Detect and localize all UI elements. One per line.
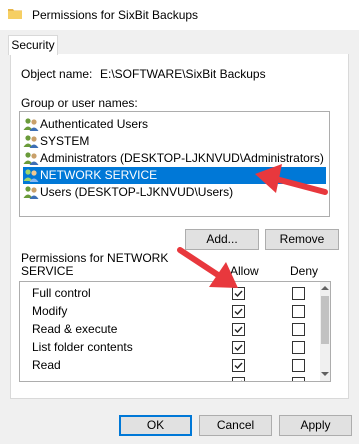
object-name-label: Object name: bbox=[21, 67, 93, 81]
window-title: Permissions for SixBit Backups bbox=[32, 8, 199, 22]
permissions-label-line2: SERVICE bbox=[21, 264, 74, 278]
scroll-thumb[interactable] bbox=[321, 296, 329, 344]
deny-checkbox-list-folder[interactable] bbox=[292, 341, 305, 354]
permission-name: Read bbox=[32, 358, 61, 372]
permissions-label-line1: Permissions for NETWORK bbox=[21, 251, 169, 265]
deny-checkbox-modify[interactable] bbox=[292, 305, 305, 318]
remove-button[interactable]: Remove bbox=[265, 229, 339, 250]
list-item-label: Administrators (DESKTOP-LJKNVUD\Administ… bbox=[40, 151, 324, 165]
list-item-label: Users (DESKTOP-LJKNVUD\Users) bbox=[40, 185, 234, 199]
users-icon bbox=[23, 135, 39, 148]
users-icon bbox=[23, 186, 39, 199]
group-list-label: Group or user names: bbox=[21, 96, 138, 110]
deny-checkbox-full-control[interactable] bbox=[292, 287, 305, 300]
permission-row: Read bbox=[32, 356, 61, 374]
group-user-list[interactable]: Authenticated Users SYSTEM Administrator… bbox=[19, 111, 330, 217]
permission-name: Full control bbox=[32, 286, 91, 300]
permission-name: Modify bbox=[32, 304, 68, 318]
deny-checkbox-read-execute[interactable] bbox=[292, 323, 305, 336]
permission-name: Read & execute bbox=[32, 322, 118, 336]
folder-icon bbox=[8, 9, 22, 19]
permission-row: Modify bbox=[32, 302, 67, 320]
permission-name: List folder contents bbox=[32, 340, 133, 354]
allow-checkbox-list-folder[interactable] bbox=[232, 341, 245, 354]
allow-column-header: Allow bbox=[230, 264, 259, 278]
permission-row: Full control bbox=[32, 284, 91, 302]
tab-security[interactable]: Security bbox=[8, 35, 58, 55]
list-item-selected[interactable]: NETWORK SERVICE bbox=[23, 167, 326, 184]
permission-row: List folder contents bbox=[32, 338, 133, 356]
users-icon bbox=[23, 152, 39, 165]
users-icon bbox=[23, 169, 39, 182]
allow-checkbox-read[interactable] bbox=[232, 359, 245, 372]
add-button[interactable]: Add... bbox=[185, 229, 259, 250]
allow-checkbox-partial[interactable] bbox=[232, 377, 245, 381]
list-item-label: Authenticated Users bbox=[40, 117, 149, 131]
allow-checkbox-modify[interactable] bbox=[232, 305, 245, 318]
list-item-label: NETWORK SERVICE bbox=[40, 168, 158, 182]
title-bar: Permissions for SixBit Backups bbox=[0, 0, 359, 30]
deny-checkbox-read[interactable] bbox=[292, 359, 305, 372]
permission-row: Read & execute bbox=[32, 320, 117, 338]
users-icon bbox=[23, 118, 39, 131]
scroll-down-icon[interactable] bbox=[321, 372, 329, 376]
permissions-list: Full control Modify Read & execute List … bbox=[19, 281, 331, 382]
permissions-scrollbar[interactable] bbox=[320, 282, 330, 381]
deny-checkbox-partial[interactable] bbox=[292, 377, 305, 381]
deny-column-header: Deny bbox=[290, 264, 319, 278]
scroll-up-icon[interactable] bbox=[321, 286, 329, 290]
apply-button[interactable]: Apply bbox=[279, 415, 352, 436]
ok-button[interactable]: OK bbox=[119, 415, 192, 436]
list-item-label: SYSTEM bbox=[40, 134, 90, 148]
object-name-value: E:\SOFTWARE\SixBit Backups bbox=[100, 67, 266, 81]
allow-checkbox-full-control[interactable] bbox=[232, 287, 245, 300]
allow-checkbox-read-execute[interactable] bbox=[232, 323, 245, 336]
cancel-button[interactable]: Cancel bbox=[199, 415, 272, 436]
